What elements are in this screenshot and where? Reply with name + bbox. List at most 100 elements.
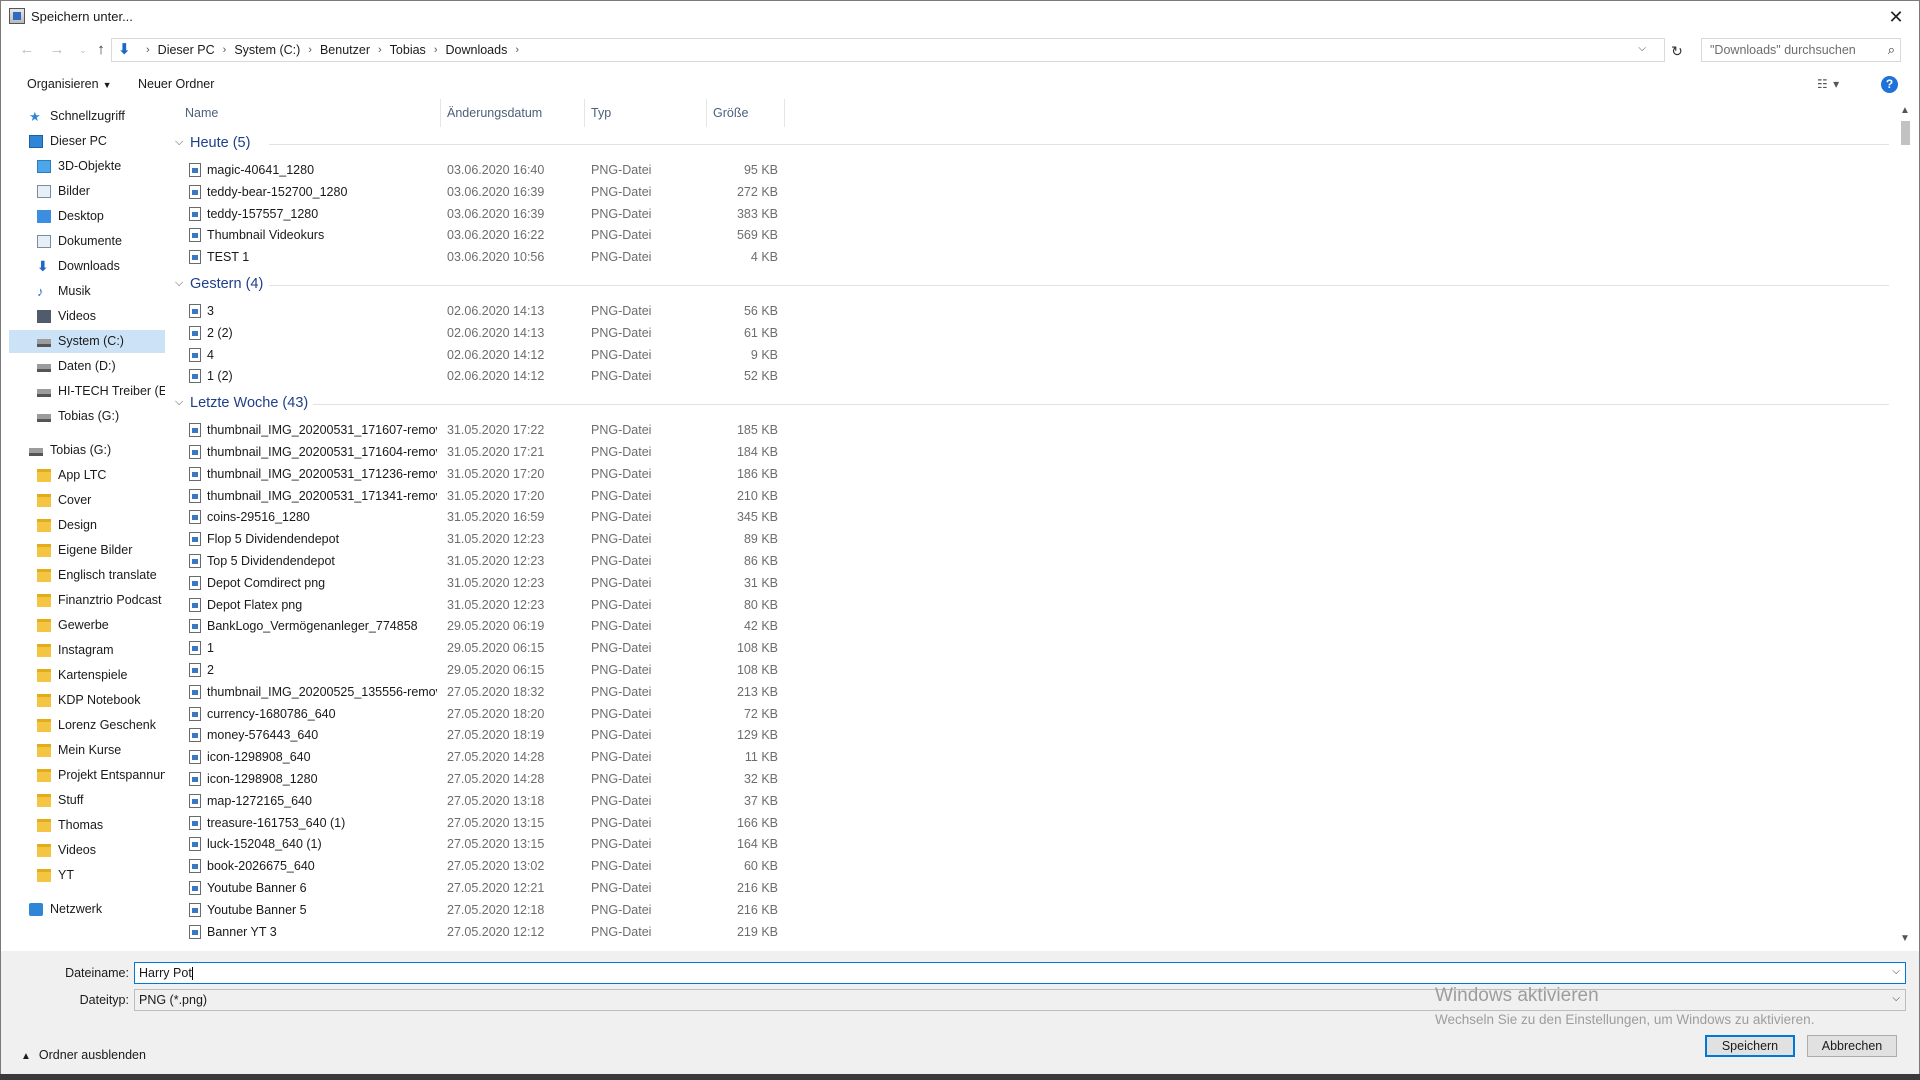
nav-item[interactable]: 3D-Objekte [9,155,165,178]
new-folder-button[interactable]: Neuer Ordner [138,77,214,91]
nav-item[interactable]: Mein Kurse [9,739,165,762]
up-arrow-icon[interactable]: ↑ [91,40,111,60]
nav-item[interactable]: Instagram [9,639,165,662]
nav-item[interactable]: Projekt Entspannung [9,764,165,787]
file-row[interactable]: map-1272165_640 27.05.2020 13:18 PNG-Datei… [173,790,793,812]
search-input[interactable]: "Downloads" durchsuchen ⌕ [1701,38,1901,62]
vertical-scrollbar[interactable]: ▲ ▼ [1897,105,1914,947]
file-row[interactable]: treasure-161753_640 (1) 27.05.2020 13:15 P… [173,812,793,834]
file-row[interactable]: 2 (2) 02.06.2020 14:13 PNG-Datei 61 KB [173,322,793,344]
nav-item[interactable]: Bilder [9,180,165,203]
cancel-button[interactable]: Abbrechen [1807,1035,1897,1057]
nav-item[interactable]: Design [9,514,165,537]
file-row[interactable]: book-2026675_640 27.05.2020 13:02 PNG-Date… [173,855,793,877]
file-row[interactable]: Banner YT 3 27.05.2020 12:12 PNG-Datei 219 … [173,921,793,943]
chevron-right-icon[interactable]: › [515,44,519,56]
chevron-down-icon[interactable]: ⌵ [1892,993,1900,1004]
file-row[interactable]: 1 29.05.2020 06:15 PNG-Datei 108 KB [173,637,793,659]
chevron-down-icon[interactable]: ⌵ [1892,966,1900,977]
nav-item[interactable]: Dokumente [9,230,165,253]
file-row[interactable]: 2 29.05.2020 06:15 PNG-Datei 108 KB [173,659,793,681]
breadcrumb[interactable]: ⬇ › Dieser PC › System (C:) › Benutzer › Tobias… [111,38,1665,62]
file-row[interactable]: luck-152048_640 (1) 27.05.2020 13:15 PNG-D… [173,833,793,855]
scroll-down-icon[interactable]: ▼ [1900,933,1910,944]
file-row[interactable]: Youtube Banner 6 27.05.2020 12:21 PNG-Date… [173,877,793,899]
column-header-date[interactable]: Änderungsdatum [441,99,585,127]
hide-folders-button[interactable]: ▲ Ordner ausblenden [21,1048,146,1062]
nav-item[interactable]: Desktop [9,205,165,228]
view-options-icon[interactable]: ☷ ▾ [1817,77,1840,91]
nav-item[interactable]: ⬇ Downloads [9,255,165,278]
column-header-type[interactable]: Typ [585,99,707,127]
breadcrumb-item[interactable]: Downloads [445,43,507,57]
chevron-right-icon[interactable]: › [223,44,227,56]
organize-button[interactable]: Organisieren ▼ [27,77,112,91]
file-row[interactable]: 3 02.06.2020 14:13 PNG-Datei 56 KB [173,300,793,322]
nav-item[interactable]: Tobias (G:) [9,439,165,462]
recent-locations-chevron-icon[interactable]: ⌄ [73,40,93,60]
scrollbar-thumb[interactable] [1901,121,1910,145]
chevron-down-icon[interactable]: ⌵ [175,136,183,149]
file-row[interactable]: Depot Comdirect png 31.05.2020 12:23 PNG-D… [173,572,793,594]
file-row[interactable]: thumbnail_IMG_20200531_171604-remov... 31… [173,441,793,463]
nav-item[interactable]: Englisch translate [9,564,165,587]
breadcrumb-item[interactable]: Dieser PC [158,43,215,57]
nav-item[interactable]: HI-TECH Treiber (E:) [9,380,165,403]
nav-item[interactable]: Stuff [9,789,165,812]
file-row[interactable]: Youtube Banner 5 27.05.2020 12:18 PNG-Date… [173,899,793,921]
back-arrow-icon[interactable]: ← [17,40,37,60]
forward-arrow-icon[interactable]: → [47,40,67,60]
nav-item[interactable]: Eigene Bilder [9,539,165,562]
chevron-right-icon[interactable]: › [378,44,382,56]
file-row[interactable]: thumbnail_IMG_20200531_171236-remov... 31… [173,463,793,485]
nav-item[interactable]: YT [9,864,165,887]
nav-item[interactable]: Videos [9,305,165,328]
group-header[interactable]: ⌵ Letzte Woche (43) [173,393,1889,415]
file-row[interactable]: thumbnail_IMG_20200531_171607-remov... 31… [173,419,793,441]
breadcrumb-item[interactable]: Benutzer [320,43,370,57]
nav-item[interactable]: Dieser PC [9,130,165,153]
close-button[interactable]: ✕ [1873,1,1919,33]
chevron-right-icon[interactable]: › [146,44,150,56]
file-row[interactable]: teddy-157557_1280 03.06.2020 16:39 PNG-Dat… [173,203,793,225]
nav-item[interactable]: Gewerbe [9,614,165,637]
file-row[interactable]: TEST 1 03.06.2020 10:56 PNG-Datei 4 KB [173,246,793,268]
file-row[interactable]: Depot Flatex png 31.05.2020 12:23 PNG-Date… [173,594,793,616]
file-row[interactable]: icon-1298908_1280 27.05.2020 14:28 PNG-Dat… [173,768,793,790]
breadcrumb-item[interactable]: Tobias [390,43,426,57]
file-row[interactable]: coins-29516_1280 31.05.2020 16:59 PNG-Date… [173,506,793,528]
file-row[interactable]: Flop 5 Dividendendepot 31.05.2020 12:23 PN… [173,528,793,550]
filename-field[interactable]: Harry Pot ⌵ [134,962,1906,984]
chevron-right-icon[interactable]: › [434,44,438,56]
group-header[interactable]: ⌵ Heute (5) [173,133,1889,155]
file-row[interactable]: Top 5 Dividendendepot 31.05.2020 12:23 PNG… [173,550,793,572]
save-button[interactable]: Speichern [1705,1035,1795,1057]
nav-item[interactable]: Tobias (G:) [9,405,165,428]
nav-item[interactable]: Finanztrio Podcast [9,589,165,612]
nav-item[interactable]: KDP Notebook [9,689,165,712]
scroll-up-icon[interactable]: ▲ [1900,105,1910,116]
column-header-size[interactable]: Größe [707,99,785,127]
file-row[interactable]: thumbnail_IMG_20200531_171341-remov... 31… [173,485,793,507]
help-icon[interactable]: ? [1881,76,1898,93]
nav-item[interactable]: System (C:) [9,330,165,353]
breadcrumb-item[interactable]: System (C:) [234,43,300,57]
nav-item[interactable]: App LTC [9,464,165,487]
nav-item[interactable]: Kartenspiele [9,664,165,687]
file-row[interactable]: magic-40641_1280 03.06.2020 16:40 PNG-Date… [173,159,793,181]
file-row[interactable]: currency-1680786_640 27.05.2020 18:20 PNG-… [173,703,793,725]
file-row[interactable]: teddy-bear-152700_1280 03.06.2020 16:39 PN… [173,181,793,203]
refresh-icon[interactable]: ↻ [1665,39,1689,63]
nav-item[interactable]: Thomas [9,814,165,837]
chevron-right-icon[interactable]: › [308,44,312,56]
file-row[interactable]: 1 (2) 02.06.2020 14:12 PNG-Datei 52 KB [173,365,793,387]
file-row[interactable]: icon-1298908_640 27.05.2020 14:28 PNG-Date… [173,746,793,768]
nav-item[interactable]: Videos [9,839,165,862]
nav-item[interactable]: ★ Schnellzugriff [9,105,165,128]
file-row[interactable]: BankLogo_Vermögenanleger_774858 29.05.202… [173,615,793,637]
group-header[interactable]: ⌵ Gestern (4) [173,274,1889,296]
search-icon[interactable]: ⌕ [1888,42,1895,58]
file-row[interactable]: money-576443_640 27.05.2020 18:19 PNG-Date… [173,724,793,746]
column-header-name[interactable]: Name [173,99,441,127]
chevron-down-icon[interactable]: ⌵ [1638,43,1646,54]
